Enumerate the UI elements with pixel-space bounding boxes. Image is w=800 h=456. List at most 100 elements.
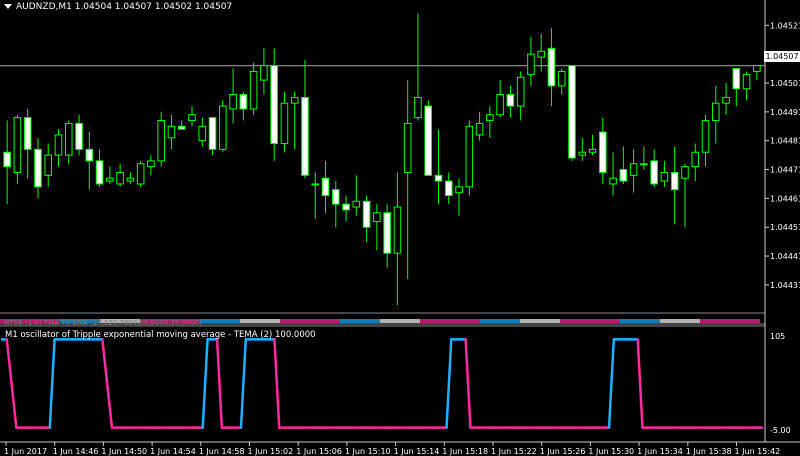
bear-candle-body — [444, 180, 453, 196]
bear-candle-body — [3, 151, 11, 168]
bear-candle-body — [424, 105, 433, 176]
oscillator-layer — [0, 338, 764, 429]
symbol-ohlc-text: AUDNZD,M1 1.04504 1.04507 1.04502 1.0450… — [16, 2, 233, 12]
bear-candle-body — [177, 125, 186, 130]
bull-candle-body — [588, 148, 597, 153]
bull-candle-body — [126, 177, 135, 182]
oscillator-segment — [215, 338, 224, 429]
time-tick-label: 1 Jun 14:46 — [53, 447, 99, 456]
bull-candle-body — [455, 186, 463, 194]
bull-candle-body — [198, 125, 207, 142]
strip-segment — [420, 319, 440, 323]
bear-candle-body — [568, 65, 576, 159]
oscillator-segment — [10, 382, 18, 429]
bear-candle-body — [342, 203, 350, 211]
bull-candle-body — [373, 212, 381, 222]
bull-candle-body — [516, 76, 525, 107]
strip-segment — [340, 319, 360, 323]
strip-segment — [280, 319, 300, 323]
dropdown-triangle-icon[interactable] — [4, 4, 12, 9]
bull-candle-body — [557, 70, 566, 87]
price-tick-label: 1.04471 — [770, 166, 800, 175]
bull-candle-body — [711, 102, 720, 121]
chart-canvas[interactable]: 1.045211.045111.045011.044911.044811.044… — [0, 0, 800, 456]
bear-candle-body — [239, 94, 248, 110]
bull-candle-body — [660, 171, 669, 182]
price-tick-label: 1.04461 — [770, 194, 800, 203]
oscillator-segment — [464, 338, 472, 429]
bear-candle-body — [650, 160, 658, 185]
bear-candle-body — [670, 171, 679, 191]
bear-candle-body — [321, 177, 330, 196]
price-tick-label: 1.04521 — [770, 21, 800, 30]
strip-segment — [700, 319, 720, 323]
bull-candle-body — [219, 105, 227, 150]
bull-candle-body — [157, 120, 165, 162]
time-tick-label: 1 Jun 15:34 — [637, 447, 683, 456]
oscillator-segment — [239, 338, 248, 429]
bull-candle-body — [465, 125, 474, 188]
bear-candle-body — [34, 148, 42, 188]
bull-candle-body — [167, 125, 176, 139]
time-tick-label: 1 Jun 15:10 — [345, 447, 391, 456]
bull-candle-body — [393, 206, 402, 254]
symbol-header: AUDNZD,M1 1.04504 1.04507 1.04502 1.0450… — [4, 2, 232, 12]
bull-candle-body — [280, 102, 289, 145]
oscillator-segment — [636, 338, 644, 429]
price-tick-label: 1.04451 — [770, 223, 800, 232]
bear-candle-body — [331, 189, 340, 205]
bull-candle-body — [753, 65, 761, 72]
time-tick-label: 1 Jun 15:06 — [296, 447, 342, 456]
strip-segment — [740, 319, 760, 323]
time-tick-label: 1 Jun 14:58 — [199, 447, 245, 456]
bear-candle-body — [547, 47, 556, 87]
time-tick-label: 1 Jun 15:22 — [491, 447, 537, 456]
oscillator-segment — [105, 382, 114, 429]
candles-layer — [3, 13, 761, 306]
time-tick-label: 1 Jun 14:54 — [150, 447, 196, 456]
bull-candle-body — [578, 151, 587, 156]
strip-segment — [660, 319, 680, 323]
strip-segment — [600, 319, 620, 323]
oscillator-label: M1 oscillator of Tripple exponential mov… — [5, 330, 316, 340]
time-tick-label: 1 Jun 15:14 — [394, 447, 440, 456]
strip-segment — [240, 319, 260, 323]
bull-candle-body — [629, 163, 638, 176]
strip-segment — [580, 319, 600, 323]
price-tick-label: 1.04501 — [770, 79, 800, 88]
indicator-strip-label: NTSB (1.0) TMA TX EMA (27,120,7800,55,80… — [4, 319, 203, 327]
strip-segment — [400, 319, 420, 323]
bull-candle-body — [249, 70, 258, 110]
strip-segment — [220, 319, 240, 323]
oscillator-axis: 105 -5.00 — [770, 332, 791, 435]
bear-candle-body — [23, 117, 32, 150]
bull-candle-body — [311, 183, 320, 186]
strip-segment — [200, 319, 220, 323]
time-tick-label: 1 Jun 2017 — [4, 447, 47, 456]
bull-candle-body — [403, 122, 412, 173]
bear-candle-body — [506, 94, 515, 107]
bull-candle-body — [290, 96, 299, 104]
bear-candle-body — [75, 122, 83, 150]
strip-segment — [300, 319, 320, 323]
strip-segment — [720, 319, 740, 323]
bull-candle-body — [147, 160, 155, 168]
bull-candle-body — [701, 120, 710, 153]
strip-segment — [520, 319, 540, 323]
bull-candle-body — [691, 151, 700, 168]
strip-segment — [500, 319, 520, 323]
bear-candle-body — [619, 169, 628, 182]
bull-candle-body — [188, 114, 196, 121]
current-price-tag: 1.04507 — [764, 51, 800, 62]
time-tick-label: 1 Jun 15:30 — [588, 447, 634, 456]
bear-candle-body — [85, 148, 94, 162]
strip-segment — [260, 319, 280, 323]
time-tick-label: 1 Jun 15:42 — [735, 447, 781, 456]
bear-candle-body — [383, 212, 391, 254]
oscillator-segment — [445, 338, 453, 429]
bull-candle-body — [260, 65, 268, 81]
strip-segment — [620, 319, 640, 323]
oscillator-segment — [273, 338, 281, 429]
bear-candle-body — [599, 131, 607, 173]
bull-candle-body — [527, 53, 535, 75]
